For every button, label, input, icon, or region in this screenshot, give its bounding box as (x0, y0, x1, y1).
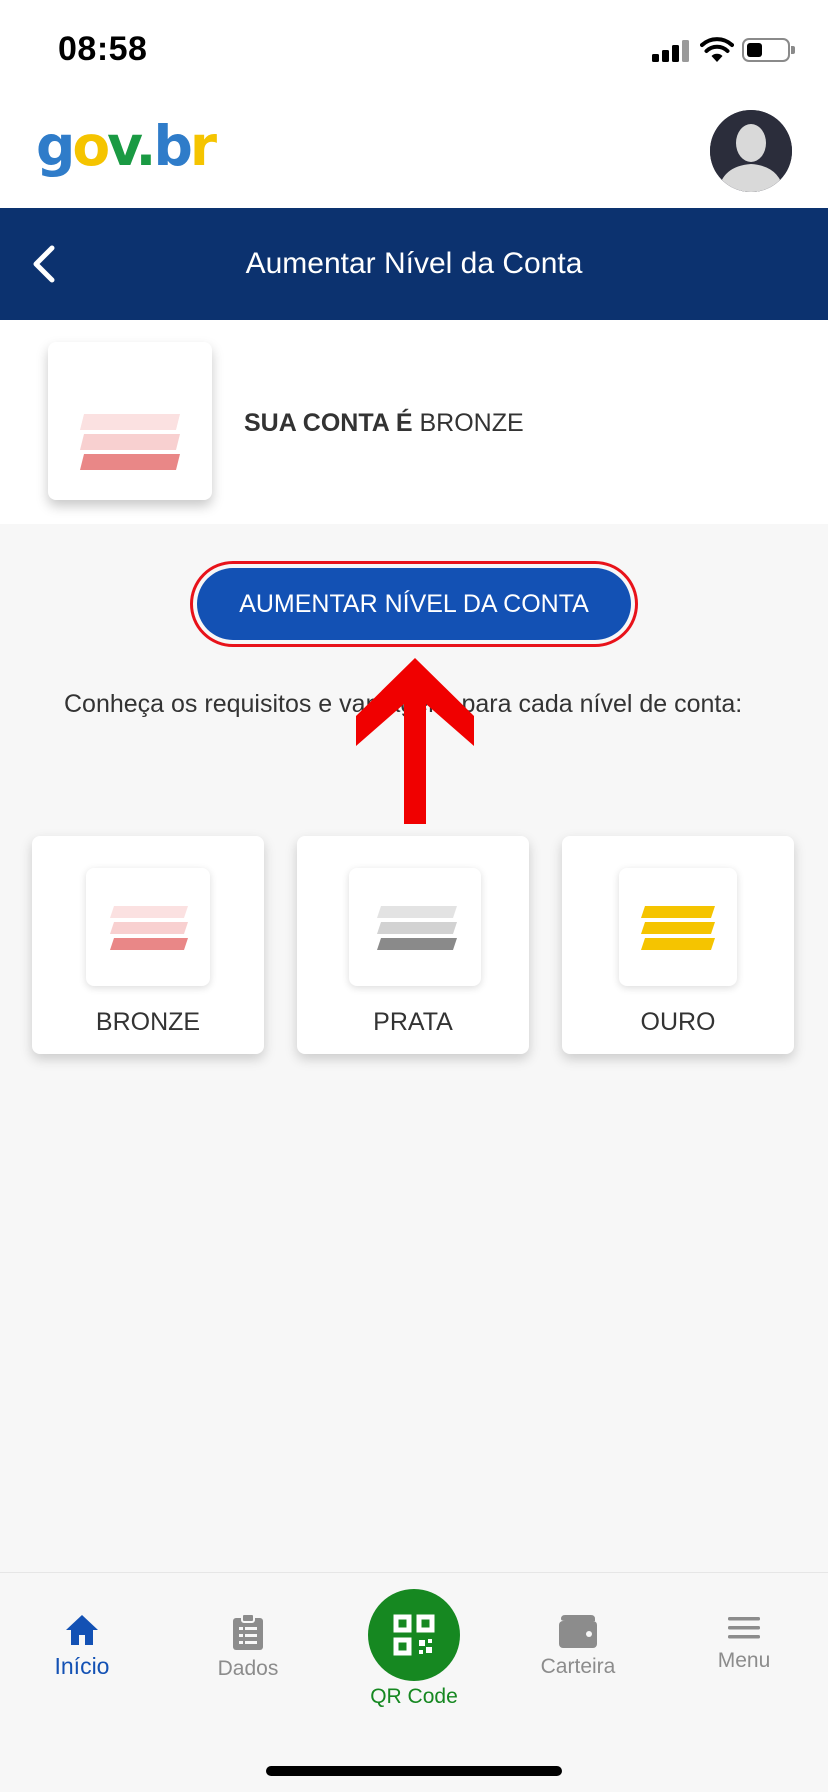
back-arrow-icon[interactable] (20, 236, 76, 292)
app-header: gov.br (0, 96, 828, 208)
wifi-icon (700, 37, 734, 62)
level-card-bronze[interactable]: BRONZE (32, 836, 264, 1054)
bottom-nav: Início Dados QR Code Carteira Menu (0, 1572, 828, 1792)
level-label-prata: PRATA (373, 1008, 453, 1036)
nav-label-menu: Menu (717, 1649, 771, 1672)
wallet-icon (559, 1615, 597, 1648)
clipboard-icon (233, 1613, 263, 1650)
ouro-level-tile-icon (619, 868, 737, 986)
govbr-logo: gov.br (36, 114, 217, 178)
nav-label-qr-code[interactable]: QR Code (314, 1685, 514, 1709)
account-level-panel: SUA CONTA É BRONZE (0, 320, 828, 524)
qr-code-icon (393, 1614, 435, 1656)
nav-item-menu[interactable]: Menu (674, 1613, 814, 1693)
nav-item-inicio[interactable]: Início (12, 1613, 152, 1693)
home-icon (66, 1615, 98, 1645)
nav-label-carteira: Carteira (540, 1655, 616, 1678)
qr-code-button[interactable] (368, 1589, 460, 1681)
title-bar: Aumentar Nível da Conta (0, 208, 828, 320)
battery-icon (742, 38, 795, 62)
nav-item-dados[interactable]: Dados (178, 1613, 318, 1693)
status-time: 08:58 (58, 30, 148, 68)
nav-label-inicio: Início (54, 1653, 110, 1679)
nav-item-carteira[interactable]: Carteira (508, 1613, 648, 1693)
prata-level-tile-icon (349, 868, 481, 986)
account-level-value: BRONZE (419, 409, 524, 437)
level-card-prata[interactable]: PRATA (297, 836, 529, 1054)
status-bar: 08:58 (0, 0, 828, 96)
red-arrow-icon (356, 658, 474, 824)
level-label-ouro: OURO (640, 1008, 716, 1036)
increase-level-button[interactable]: AUMENTAR NÍVEL DA CONTA (197, 568, 631, 640)
bronze-level-icon (48, 342, 212, 500)
increase-level-highlight: AUMENTAR NÍVEL DA CONTA (190, 561, 638, 647)
hamburger-icon (728, 1617, 760, 1639)
level-card-ouro[interactable]: OURO (562, 836, 794, 1054)
avatar[interactable] (710, 110, 792, 192)
page-title: Aumentar Nível da Conta (245, 247, 583, 280)
level-label-bronze: BRONZE (95, 1008, 201, 1036)
account-level-text: SUA CONTA É BRONZE (244, 408, 524, 438)
signal-icon (652, 40, 690, 62)
bronze-level-tile-icon (86, 868, 210, 986)
account-level-prefix: SUA CONTA É (244, 409, 413, 437)
nav-label-dados: Dados (217, 1657, 279, 1680)
user-silhouette-icon (710, 110, 792, 192)
home-indicator[interactable] (266, 1766, 562, 1776)
